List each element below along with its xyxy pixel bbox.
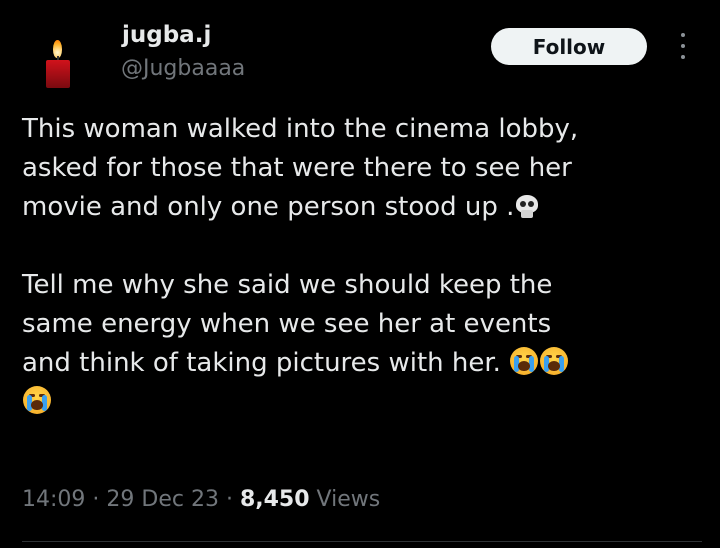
- tweet-text: This woman walked into the cinema lobby,…: [22, 110, 702, 422]
- meta-separator: ·: [225, 487, 233, 512]
- tweet-line-with-emoji: and think of taking pictures with her.: [22, 344, 702, 383]
- author-handle[interactable]: @Jugbaaaa: [121, 56, 245, 81]
- tweet-line: and think of taking pictures with her.: [22, 348, 501, 378]
- crying-face-icon: [22, 385, 52, 415]
- tweet-line: This woman walked into the cinema lobby,: [22, 114, 579, 144]
- follow-button[interactable]: Follow: [491, 28, 647, 65]
- tweet-date[interactable]: 29 Dec 23: [106, 487, 219, 512]
- emoji-line: [22, 383, 702, 422]
- crying-face-icon: [509, 346, 539, 376]
- tweet-line: same energy when we see her at events: [22, 309, 552, 339]
- tweet-line: asked for those that were there to see h…: [22, 153, 572, 183]
- meta-separator: ·: [92, 487, 100, 512]
- views-count[interactable]: 8,450: [240, 487, 310, 512]
- author-name[interactable]: jugba.j: [122, 22, 211, 48]
- tweet-line: movie and only one person stood up .: [22, 192, 515, 222]
- tweet-line: Tell me why she said we should keep the: [22, 270, 553, 300]
- more-options-icon[interactable]: [677, 33, 689, 59]
- divider: [22, 541, 702, 542]
- views-label: Views: [316, 487, 381, 512]
- tweet-meta: 14:09 · 29 Dec 23 · 8,450 Views: [22, 487, 380, 512]
- tweet-time[interactable]: 14:09: [22, 487, 85, 512]
- skull-emoji-icon: [514, 194, 540, 220]
- tweet-line-with-emoji: movie and only one person stood up .: [22, 188, 702, 227]
- crying-face-icon: [539, 346, 569, 376]
